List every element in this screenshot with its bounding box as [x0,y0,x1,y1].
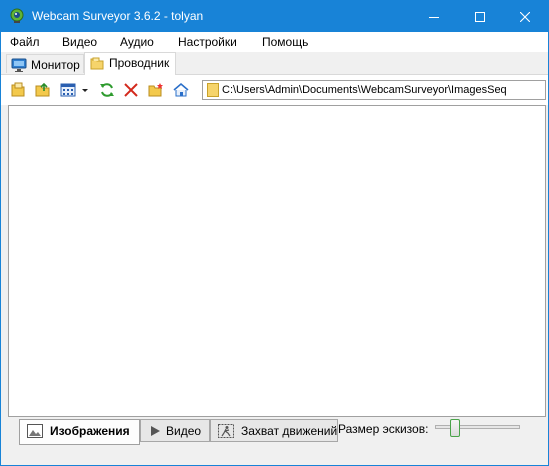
menu-settings[interactable]: Настройки [178,35,237,49]
close-button[interactable] [502,1,548,32]
folder-icon [89,56,105,72]
menu-help[interactable]: Помощь [262,35,308,49]
folder-up-button[interactable] [34,81,52,99]
window-title: Webcam Surveyor 3.6.2 - tolyan [32,9,204,23]
tab-monitor[interactable]: Монитор [6,54,84,73]
folder-up-icon [35,82,50,97]
tab-images-label: Изображения [50,424,130,438]
maximize-icon [475,11,485,22]
path-text: C:\Users\Admin\Documents\WebcamSurveyor\… [222,84,507,96]
menu-bar: Файл Видео Аудио Настройки Помощь [1,32,548,52]
refresh-icon [100,83,114,97]
dropdown-arrow-icon [82,89,88,92]
image-icon [27,424,43,438]
tab-explorer[interactable]: Проводник [84,52,176,75]
play-icon [148,424,164,438]
title-bar[interactable]: Webcam Surveyor 3.6.2 - tolyan [1,1,548,32]
file-browser-area[interactable] [8,105,546,417]
minimize-icon [429,16,439,18]
folders-button[interactable] [10,81,28,99]
monitor-icon [11,57,27,73]
home-button[interactable] [172,81,190,99]
folder-icon [207,83,219,97]
delete-button[interactable] [122,81,140,99]
delete-icon [124,83,138,97]
slider-handle[interactable] [450,419,460,437]
view-mode-dropdown[interactable] [80,81,90,99]
menu-file[interactable]: Файл [10,35,40,49]
tab-monitor-label: Монитор [31,58,80,72]
home-icon [173,82,189,97]
folders-icon [11,82,25,97]
thumbnail-size-label: Размер эскизов: [338,422,429,436]
path-field[interactable]: C:\Users\Admin\Documents\WebcamSurveyor\… [202,80,546,100]
toolbar: C:\Users\Admin\Documents\WebcamSurveyor\… [1,75,548,105]
refresh-button[interactable] [98,81,116,99]
menu-audio[interactable]: Аудио [120,35,154,49]
app-window: Webcam Surveyor 3.6.2 - tolyan Файл Виде… [0,0,549,466]
motion-icon [218,424,234,438]
close-icon [520,11,530,22]
view-mode-icon [60,83,76,97]
thumbnail-size-slider[interactable] [435,425,520,429]
tab-motion-capture-label: Захват движений [241,424,338,438]
tab-images[interactable]: Изображения [19,419,140,445]
tab-video-label: Видео [166,424,202,438]
webcam-icon [9,8,25,24]
tab-video[interactable]: Видео [140,419,210,442]
minimize-button[interactable] [411,1,457,32]
menu-video[interactable]: Видео [62,35,97,49]
new-folder-button[interactable] [147,81,165,99]
bottom-bar: Изображения Видео Захват движений Размер… [1,417,548,465]
maximize-button[interactable] [457,1,503,32]
main-tabs: Монитор Проводник [1,52,548,75]
tab-explorer-label: Проводник [109,56,170,70]
new-folder-icon [148,83,163,97]
view-mode-button[interactable] [59,81,77,99]
tab-motion-capture[interactable]: Захват движений [210,419,338,442]
